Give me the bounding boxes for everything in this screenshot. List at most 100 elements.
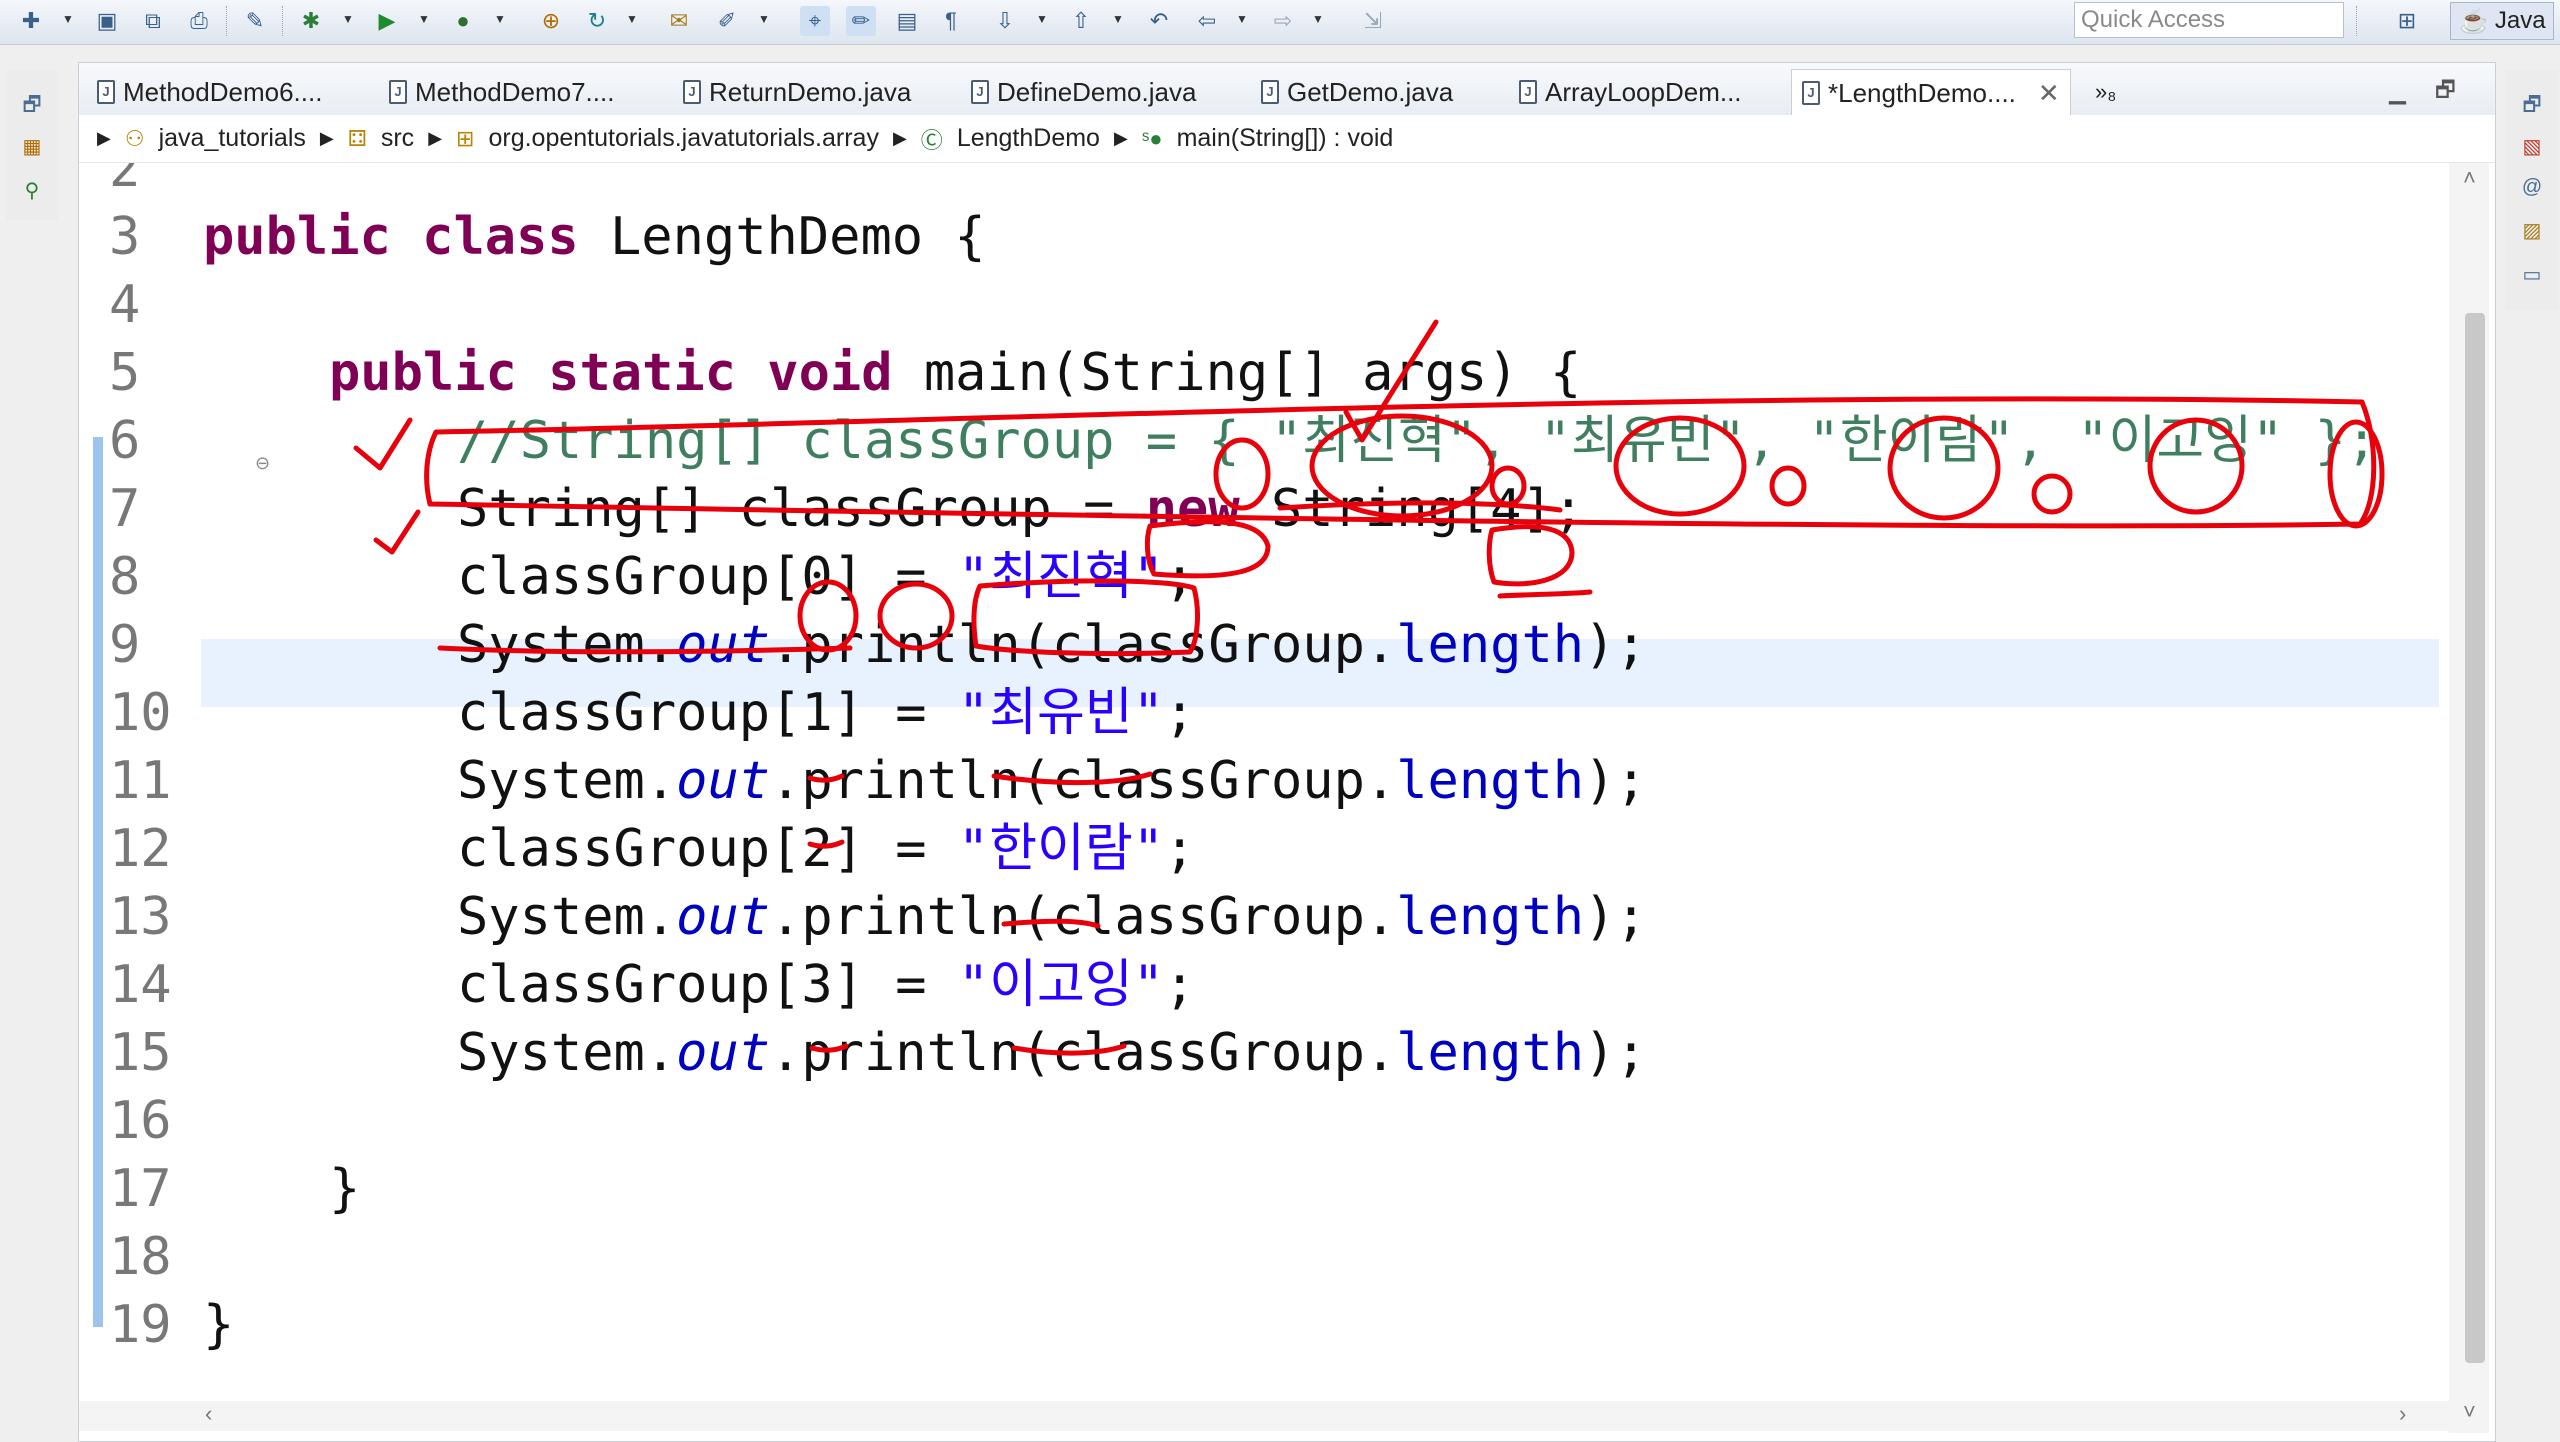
close-tab-icon[interactable]: ✕: [2038, 78, 2060, 109]
breadcrumb-class[interactable]: LengthDemo: [957, 124, 1100, 153]
package-explorer-icon[interactable]: ▦: [20, 134, 44, 158]
tab-lengthdemo[interactable]: J *LengthDemo.... ✕: [1791, 69, 2071, 116]
breadcrumb-src[interactable]: src: [381, 124, 414, 153]
restore-icon[interactable]: 🗗: [2520, 90, 2544, 116]
tab-arrayloopdemo[interactable]: J ArrayLoopDem...: [1509, 69, 1752, 115]
tab-definedemo[interactable]: J DefineDemo.java: [961, 69, 1206, 115]
code-line-7[interactable]: String[] classGroup = new String[4];: [457, 475, 1584, 543]
console-icon[interactable]: ▭: [2520, 262, 2544, 286]
quick-access-input[interactable]: Quick Access: [2074, 2, 2344, 38]
toggle-word-wrap-icon[interactable]: ✏: [846, 6, 876, 36]
code-area[interactable]: ⊖ 2 3 4 5 6 7 8 9 10 11 12 13 14 15 16 1…: [79, 163, 2439, 1433]
code-line-12[interactable]: classGroup[2] = "한이람";: [457, 815, 1195, 883]
next-annotation-icon[interactable]: ⇩: [990, 6, 1020, 36]
forward-dropdown-icon[interactable]: ▼: [1312, 12, 1326, 30]
fold-collapse-icon[interactable]: ⊖: [255, 453, 270, 474]
scroll-right-icon[interactable]: ›: [2399, 1401, 2406, 1427]
search-icon[interactable]: ✐: [712, 6, 742, 36]
open-perspective-icon[interactable]: ⊞: [2392, 6, 2422, 36]
declaration-icon[interactable]: ▨: [2520, 218, 2544, 242]
code-token: ;: [1164, 547, 1196, 607]
block-selection-icon[interactable]: ¶: [936, 6, 966, 36]
tab-methoddemo6[interactable]: J MethodDemo6....: [87, 69, 332, 115]
field-token: out: [676, 751, 771, 811]
scrollbar-thumb[interactable]: [2465, 313, 2485, 1363]
scroll-left-icon[interactable]: ‹: [205, 1401, 212, 1427]
line-number: 17: [109, 1159, 172, 1219]
next-annotation-dropdown-icon[interactable]: ▼: [1036, 12, 1050, 30]
save-all-icon[interactable]: ⧉: [138, 6, 168, 36]
maximize-editor-icon[interactable]: 🗗: [2425, 69, 2466, 115]
code-line-19[interactable]: }: [203, 1291, 234, 1359]
debug-dropdown-icon[interactable]: ▼: [342, 12, 356, 30]
show-whitespace-icon[interactable]: ▤: [892, 6, 922, 36]
code-line-5[interactable]: public static void main(String[] args) {: [329, 339, 1581, 407]
code-token: ;: [1164, 819, 1196, 879]
string-token: "최유빈": [957, 683, 1165, 743]
code-line-14[interactable]: classGroup[3] = "이고잉";: [457, 951, 1195, 1019]
new-java-class-icon[interactable]: ↻: [582, 6, 612, 36]
new-class-dropdown-icon[interactable]: ▼: [626, 12, 640, 30]
save-icon[interactable]: ▣: [92, 6, 122, 36]
new-icon[interactable]: ✚: [16, 6, 46, 36]
code-line-3[interactable]: public class LengthDemo {: [203, 203, 986, 271]
breadcrumb-method[interactable]: main(String[]) : void: [1177, 124, 1394, 153]
hierarchy-icon[interactable]: ⚲: [20, 178, 44, 202]
open-type-icon[interactable]: ✉: [664, 6, 694, 36]
print-icon[interactable]: ⎙: [184, 6, 214, 36]
minimize-editor-icon[interactable]: ▁: [2379, 69, 2416, 115]
back-icon[interactable]: ⇦: [1192, 6, 1222, 36]
tab-label: ArrayLoopDem...: [1545, 76, 1742, 107]
run-dropdown-icon[interactable]: ▼: [418, 12, 432, 30]
problems-icon[interactable]: ▧: [2520, 134, 2544, 158]
toggle-breakpoint-icon[interactable]: ✎: [240, 6, 270, 36]
code-line-10[interactable]: classGroup[1] = "최유빈";: [457, 679, 1195, 747]
code-line-13[interactable]: System.out.println(classGroup.length);: [457, 883, 1647, 951]
code-token: ;: [1164, 683, 1196, 743]
tab-returndemo[interactable]: J ReturnDemo.java: [673, 69, 921, 115]
code-line-11[interactable]: System.out.println(classGroup.length);: [457, 747, 1647, 815]
new-java-package-icon[interactable]: ⊕: [536, 6, 566, 36]
vertical-scrollbar[interactable]: ˄ ˅: [2449, 163, 2489, 1433]
line-number: 9: [109, 615, 141, 675]
scroll-up-icon[interactable]: ˄: [2463, 165, 2476, 191]
coverage-dropdown-icon[interactable]: ▼: [494, 12, 508, 30]
tab-methoddemo7[interactable]: J MethodDemo7....: [379, 69, 624, 115]
horizontal-scrollbar[interactable]: ‹ ›: [79, 1401, 2449, 1431]
run-icon[interactable]: ▶: [372, 6, 402, 36]
code-line-9[interactable]: System.out.println(classGroup.length);: [457, 611, 1647, 679]
breadcrumb-arrow-icon[interactable]: ▶: [428, 128, 442, 149]
field-token: out: [676, 887, 771, 947]
search-dropdown-icon[interactable]: ▼: [758, 12, 772, 30]
debug-icon[interactable]: ✱: [296, 6, 326, 36]
line-number: 16: [109, 1091, 172, 1151]
line-number: 4: [109, 275, 141, 335]
new-dropdown-icon[interactable]: ▼: [62, 12, 76, 30]
code-line-6-comment[interactable]: //String[] classGroup = { "최진혁", "최유빈", …: [457, 407, 2377, 475]
pin-editor-icon[interactable]: ⇲: [1358, 6, 1388, 36]
forward-icon[interactable]: ⇨: [1268, 6, 1298, 36]
breadcrumb-arrow-icon[interactable]: ▶: [1114, 128, 1128, 149]
coverage-icon[interactable]: ●: [448, 6, 478, 36]
breadcrumb-arrow-icon[interactable]: ▶: [320, 128, 334, 149]
code-line-8[interactable]: classGroup[0] = "최진혁";: [457, 543, 1195, 611]
breadcrumb: ▶ ⚇ java_tutorials ▶ ⚃ src ▶ ⊞ org.opent…: [79, 115, 2495, 163]
tab-overflow-button[interactable]: »₈: [2085, 69, 2126, 115]
breadcrumb-arrow-icon[interactable]: ▶: [893, 128, 907, 149]
scroll-down-icon[interactable]: ˅: [2463, 1399, 2476, 1425]
breadcrumb-arrow-icon[interactable]: ▶: [97, 128, 111, 149]
back-dropdown-icon[interactable]: ▼: [1236, 12, 1250, 30]
toggle-mark-occurrences-icon[interactable]: ⌖: [800, 6, 830, 36]
breadcrumb-package[interactable]: org.opentutorials.javatutorials.array: [488, 124, 878, 153]
code-line-15[interactable]: System.out.println(classGroup.length);: [457, 1019, 1647, 1087]
last-edit-location-icon[interactable]: ↶: [1144, 6, 1174, 36]
previous-annotation-icon[interactable]: ⇧: [1066, 6, 1096, 36]
restore-icon[interactable]: 🗗: [20, 90, 44, 116]
java-perspective-button[interactable]: ☕ Java: [2450, 2, 2554, 40]
previous-annotation-dropdown-icon[interactable]: ▼: [1112, 12, 1126, 30]
breadcrumb-project[interactable]: java_tutorials: [159, 124, 306, 153]
tab-getdemo[interactable]: J GetDemo.java: [1251, 69, 1463, 115]
code-line-17[interactable]: }: [329, 1155, 360, 1223]
javadoc-icon[interactable]: @: [2520, 176, 2544, 200]
code-token: );: [1584, 615, 1647, 675]
